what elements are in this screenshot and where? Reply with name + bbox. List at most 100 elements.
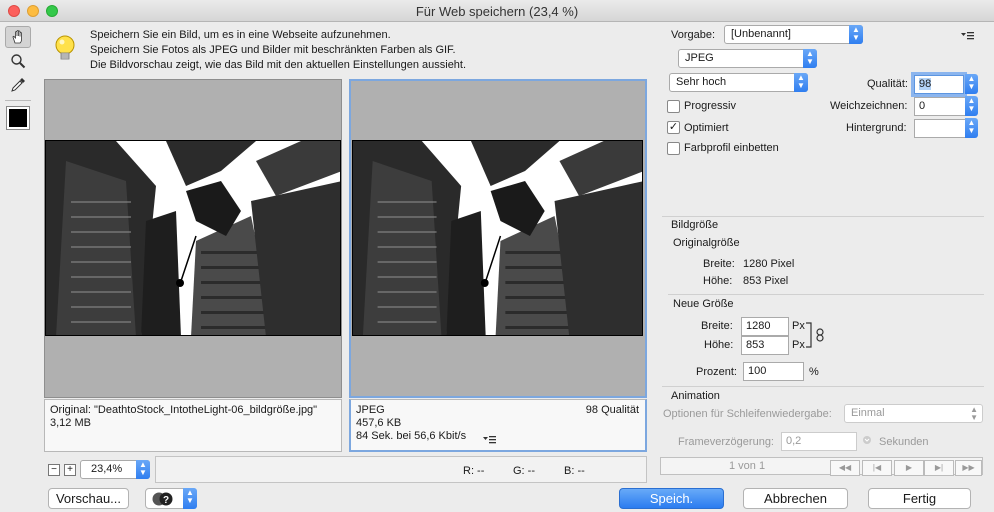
original-width-value: 1280 Pixel: [743, 258, 795, 270]
window-title: Für Web speichern (23,4 %): [415, 4, 579, 19]
quality-value: 98: [919, 78, 932, 90]
preview-button[interactable]: Vorschau...: [48, 488, 129, 509]
original-filename: Original: "DeathtoStock_IntotheLight-06_…: [50, 404, 318, 416]
image-size-heading: Bildgröße: [671, 219, 719, 231]
new-height-value: 853: [746, 339, 765, 351]
eyedropper-color-swatch[interactable]: [6, 106, 30, 130]
blur-label: Weichzeichnen:: [830, 100, 908, 112]
tip-text: Speichern Sie ein Bild, um es in eine We…: [90, 28, 466, 73]
progressive-checkbox[interactable]: [667, 100, 680, 113]
preset-label: Vorgabe:: [671, 29, 716, 41]
red-readout: R: --: [463, 465, 485, 477]
green-readout: G: --: [513, 465, 535, 477]
new-width-input[interactable]: 1280: [741, 317, 789, 336]
quality-stepper[interactable]: ▲ ▼: [965, 74, 978, 94]
city-photo: [46, 141, 340, 335]
width-unit: Px: [792, 320, 805, 332]
chevron-updown-icon: ▲ ▼: [183, 488, 197, 509]
title-bar: Für Web speichern (23,4 %): [0, 0, 994, 22]
svg-text:?: ?: [163, 495, 169, 506]
chevron-updown-icon: ▲ ▼: [794, 73, 808, 92]
original-height-value: 853 Pixel: [743, 275, 789, 287]
original-preview-pane[interactable]: [44, 79, 342, 398]
optimized-photo: [352, 140, 643, 336]
frame-delay-input[interactable]: 0,2: [781, 432, 857, 451]
zoom-out-button[interactable]: −: [48, 464, 60, 476]
original-size-heading: Originalgröße: [673, 237, 740, 249]
progressive-label: Progressiv: [684, 100, 736, 112]
original-photo: [45, 140, 341, 336]
zoom-level-value: 23,4%: [91, 463, 123, 475]
zoom-level-select[interactable]: 23,4% ▲ ▼: [80, 460, 150, 479]
save-button[interactable]: Speich.: [619, 488, 724, 509]
first-frame-button[interactable]: ◀◀: [830, 460, 860, 476]
optimized-label: Optimiert: [684, 122, 729, 134]
optimized-checkbox[interactable]: ✓: [667, 121, 680, 134]
menu-icon[interactable]: [483, 435, 497, 444]
format-select[interactable]: JPEG ▲ ▼: [678, 49, 817, 68]
lightbulb-icon: [55, 35, 75, 60]
format-value: JPEG: [685, 52, 714, 64]
cancel-button[interactable]: Abbrechen: [743, 488, 848, 509]
original-width-label: Breite:: [703, 258, 735, 270]
city-photo: [353, 141, 642, 335]
new-width-value: 1280: [746, 320, 771, 332]
chevron-updown-icon[interactable]: ▲ ▼: [965, 118, 978, 138]
tip-line: Speichern Sie Fotos als JPEG und Bilder …: [90, 44, 456, 56]
zoom-in-button[interactable]: +: [64, 464, 76, 476]
last-frame-button[interactable]: ▶▶: [955, 460, 982, 476]
section-divider: [668, 294, 984, 295]
play-button[interactable]: ▶: [894, 460, 924, 476]
eyedropper-icon: [11, 78, 25, 92]
chevron-updown-icon: ▲ ▼: [803, 49, 817, 68]
embed-profile-checkbox[interactable]: [667, 142, 680, 155]
done-button[interactable]: Fertig: [868, 488, 971, 509]
hand-icon: [12, 30, 22, 44]
tool-divider: [5, 100, 31, 101]
frame-delay-label: Frameverzögerung:: [678, 436, 774, 448]
zoom-tool[interactable]: [5, 50, 31, 72]
optimized-download-time: 84 Sek. bei 56,6 Kbit/s: [356, 430, 467, 442]
new-height-input[interactable]: 853: [741, 336, 789, 355]
frame-delay-value: 0,2: [786, 435, 802, 447]
hand-tool[interactable]: [5, 26, 31, 48]
aspect-bracket-icon: [806, 322, 812, 348]
frame-delay-unit: Sekunden: [879, 436, 929, 448]
percent-label: Prozent:: [696, 366, 737, 378]
loop-options-value: Einmal: [851, 407, 885, 419]
percent-input[interactable]: 100: [743, 362, 804, 381]
chevron-updown-icon: ▲ ▼: [849, 25, 863, 44]
section-divider: [662, 216, 984, 217]
height-unit: Px: [792, 339, 805, 351]
percent-value: 100: [748, 365, 767, 377]
new-width-label: Breite:: [701, 320, 733, 332]
previous-frame-button[interactable]: |◀: [862, 460, 892, 476]
new-height-label: Höhe:: [704, 339, 734, 351]
animation-heading: Animation: [671, 390, 720, 402]
loop-options-select[interactable]: Einmal ▲ ▼: [844, 404, 983, 423]
quality-label: Qualität:: [867, 78, 908, 90]
blue-readout: B: --: [564, 465, 585, 477]
matte-select[interactable]: [914, 119, 966, 138]
original-height-label: Höhe:: [703, 275, 733, 287]
blur-input[interactable]: 0: [914, 97, 966, 116]
browser-question-icon: ?: [152, 492, 173, 506]
section-divider: [662, 386, 984, 387]
menu-icon[interactable]: [961, 31, 975, 40]
quality-input[interactable]: 98: [911, 72, 967, 97]
new-size-heading: Neue Größe: [673, 298, 734, 310]
link-chain-icon[interactable]: [815, 328, 825, 342]
eyedropper-tool[interactable]: [5, 74, 31, 96]
next-frame-button[interactable]: ▶|: [924, 460, 954, 476]
preset-select[interactable]: [Unbenannt] ▲ ▼: [724, 25, 863, 44]
browser-select[interactable]: ? ▲ ▼: [145, 488, 197, 509]
optimized-info: JPEG 98 Qualität 457,6 KB 84 Sek. bei 56…: [349, 399, 647, 452]
tip-line: Die Bildvorschau zeigt, wie das Bild mit…: [90, 59, 467, 71]
quality-preset-select[interactable]: Sehr hoch ▲ ▼: [669, 73, 808, 92]
optimized-preview-pane[interactable]: [349, 79, 647, 398]
chevron-down-icon[interactable]: [862, 436, 872, 444]
blur-stepper[interactable]: ▲ ▼: [965, 96, 978, 116]
matte-label: Hintergrund:: [846, 122, 907, 134]
loop-options-label: Optionen für Schleifenwiedergabe:: [663, 408, 832, 420]
tip-line: Speichern Sie ein Bild, um es in eine We…: [90, 29, 391, 41]
